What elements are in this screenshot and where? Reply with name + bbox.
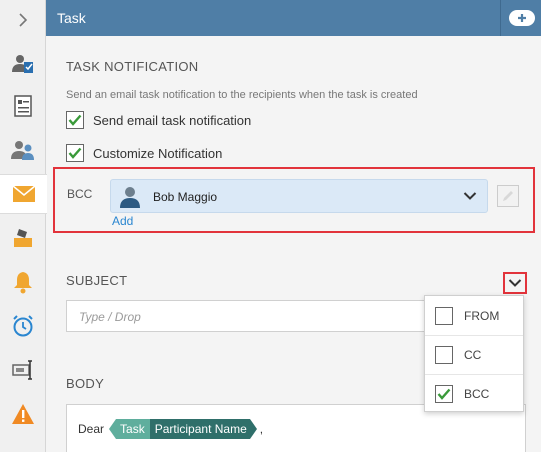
token-category: Task xyxy=(109,419,150,439)
dropdown-option-from[interactable]: FROM xyxy=(425,296,523,335)
users-icon xyxy=(11,141,34,160)
rail-item-deadline[interactable] xyxy=(0,306,46,346)
dropdown-option-cc[interactable]: CC xyxy=(425,335,523,374)
recipient-fields-toggle[interactable] xyxy=(503,272,527,294)
user-avatar-icon xyxy=(120,187,140,208)
bcc-checkbox[interactable] xyxy=(435,385,453,403)
add-button[interactable] xyxy=(509,10,535,26)
body-content: Dear Task Participant Name , xyxy=(78,419,263,439)
add-recipient-link[interactable]: Add xyxy=(112,214,133,228)
checkmark-icon xyxy=(68,147,82,159)
customize-notification-option: Customize Notification xyxy=(66,144,222,162)
body-greeting: Dear xyxy=(78,422,105,436)
inbox-tray-icon xyxy=(14,229,32,247)
subject-input[interactable]: Type / Drop xyxy=(66,300,446,332)
rail-item-warnings[interactable] xyxy=(0,394,46,434)
rail-item-notification[interactable] xyxy=(0,174,47,214)
warning-icon xyxy=(12,404,34,424)
cc-checkbox[interactable] xyxy=(435,346,453,364)
bell-icon xyxy=(14,272,32,294)
alarm-clock-icon xyxy=(13,315,33,337)
bcc-recipient-select[interactable]: Bob Maggio xyxy=(110,179,488,213)
send-email-checkbox[interactable] xyxy=(66,111,84,129)
rail-item-inbox[interactable] xyxy=(0,218,46,258)
send-email-option: Send email task notification xyxy=(66,111,251,129)
from-checkbox[interactable] xyxy=(435,306,453,325)
from-label: FROM xyxy=(464,308,500,323)
bcc-label: BCC xyxy=(67,187,93,201)
checkmark-icon xyxy=(68,114,82,126)
body-heading: BODY xyxy=(66,376,105,391)
recipient-fields-dropdown: FROM CC BCC xyxy=(424,295,524,412)
recipient-name: Bob Maggio xyxy=(153,190,218,204)
customize-notification-checkbox[interactable] xyxy=(66,144,84,162)
envelope-icon xyxy=(11,185,36,202)
send-email-label: Send email task notification xyxy=(93,112,252,128)
bcc-recipients-row: BCC Bob Maggio Add xyxy=(53,167,535,233)
plus-icon xyxy=(518,14,526,22)
subject-placeholder: Type / Drop xyxy=(79,310,141,324)
pencil-icon xyxy=(503,191,513,201)
dropdown-option-bcc[interactable]: BCC xyxy=(425,374,523,413)
subject-heading: SUBJECT xyxy=(66,273,128,288)
cc-label: CC xyxy=(464,348,482,362)
rail-expand-button[interactable] xyxy=(0,0,46,40)
token-field: Participant Name xyxy=(149,419,257,439)
panel-title: Task xyxy=(57,10,86,26)
customize-notification-label: Customize Notification xyxy=(93,145,223,161)
task-notification-heading: TASK NOTIFICATION xyxy=(66,59,199,74)
header-divider xyxy=(500,0,501,36)
edit-recipient-button[interactable] xyxy=(497,185,519,207)
bcc-option-label: BCC xyxy=(464,387,490,401)
checkmark-icon xyxy=(437,388,451,400)
rail-item-fields[interactable] xyxy=(0,350,46,390)
left-icon-rail xyxy=(0,0,47,452)
participant-name-token[interactable]: Task Participant Name xyxy=(109,419,257,439)
text-field-icon xyxy=(12,360,32,380)
rail-item-user-task[interactable] xyxy=(0,44,46,84)
chevron-right-icon xyxy=(19,13,28,27)
panel-header: Task xyxy=(46,0,541,36)
rail-item-form[interactable] xyxy=(0,86,46,126)
user-task-icon xyxy=(12,55,33,73)
form-document-icon xyxy=(14,95,32,117)
rail-item-participants[interactable] xyxy=(0,130,46,170)
chevron-down-icon[interactable] xyxy=(463,191,477,201)
notification-description: Send an email task notification to the r… xyxy=(66,89,418,101)
body-trailing-text: , xyxy=(259,422,264,436)
rail-item-alerts[interactable] xyxy=(0,262,46,302)
chevron-down-icon xyxy=(508,279,522,287)
